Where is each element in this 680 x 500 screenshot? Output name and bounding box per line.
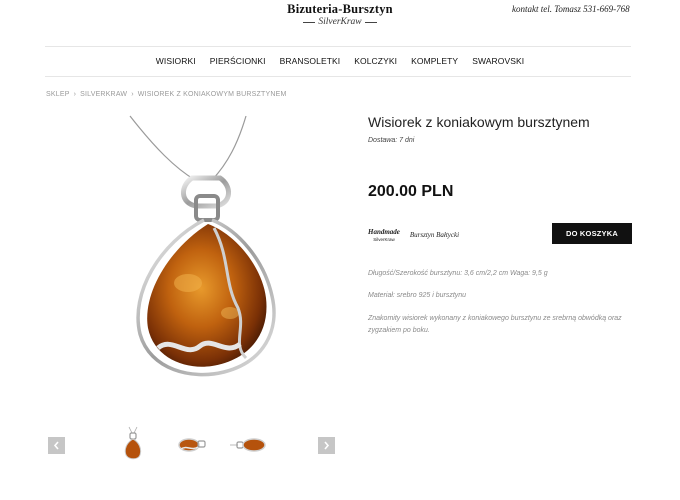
breadcrumb-current: WISIOREK Z KONIAKOWYM BURSZTYNEM <box>137 91 287 98</box>
product-price: 200.00 PLN <box>368 183 454 200</box>
logo-dash-right <box>364 21 377 23</box>
chevron-left-icon <box>53 441 59 450</box>
nav-item-wisiorki[interactable]: WISIORKI <box>156 56 196 66</box>
breadcrumb: SKLEP › SILVERKRAW › WISIOREK Z KONIAKOWYM B… <box>46 91 287 98</box>
delivery-time: Dostawa: 7 dni <box>368 137 415 144</box>
gallery-thumbnail-3[interactable] <box>228 425 270 461</box>
add-to-cart-button[interactable]: DO KOSZYKA <box>552 223 632 244</box>
product-title: Wisiorek z koniakowym bursztynem <box>368 114 590 130</box>
gallery-prev-button[interactable] <box>48 437 65 454</box>
logo-sub-text: SilverKraw <box>318 17 362 27</box>
breadcrumb-separator: › <box>73 91 77 98</box>
breadcrumb-shop[interactable]: SKLEP <box>46 91 70 98</box>
breadcrumb-separator: › <box>131 91 134 98</box>
product-description: Znakomity wisiorek wykonany z koniakoweg… <box>368 315 622 334</box>
nav-divider <box>45 76 631 77</box>
handmade-badge: Handmade SilverKraw <box>368 226 400 243</box>
product-main-image[interactable] <box>100 108 340 388</box>
nav-item-swarovski[interactable]: SWAROVSKI <box>472 56 524 66</box>
spec-material: Materiał: srebro 925 i bursztynu <box>368 292 467 299</box>
nav-item-pierscionki[interactable]: PIERŚCIONKI <box>210 56 266 66</box>
handmade-badge-text: Handmade <box>368 228 400 236</box>
site-logo[interactable]: Bizuteria-Bursztyn SilverKraw <box>284 2 396 27</box>
contact-phone: kontakt tel. Tomasz 531-669-768 <box>512 4 630 14</box>
spec-dimensions: Długość/Szerokość bursztynu: 3,6 cm/2,2 … <box>368 270 548 277</box>
product-badges: Handmade SilverKraw Bursztyn Bałtycki <box>368 226 459 243</box>
nav-item-komplety[interactable]: KOMPLETY <box>411 56 458 66</box>
nav-item-bransoletki[interactable]: BRANSOLETKI <box>280 56 341 66</box>
main-nav: WISIORKI PIERŚCIONKI BRANSOLETKI KOLCZYK… <box>0 56 680 66</box>
header-divider <box>45 46 631 47</box>
logo-dash-left <box>303 21 316 23</box>
handmade-badge-sub: SilverKraw <box>373 237 395 242</box>
gallery-next-button[interactable] <box>318 437 335 454</box>
baltic-amber-badge: Bursztyn Bałtycki <box>409 230 460 239</box>
nav-item-kolczyki[interactable]: KOLCZYKI <box>354 56 397 66</box>
chevron-right-icon <box>324 441 330 450</box>
breadcrumb-silverkraw[interactable]: SILVERKRAW <box>80 91 127 98</box>
logo-subtitle: SilverKraw <box>284 17 396 27</box>
gallery-thumbnail-2[interactable] <box>170 425 212 461</box>
logo-main-text: Bizuteria-Bursztyn <box>287 2 393 16</box>
gallery-thumbnail-1[interactable] <box>112 425 154 461</box>
